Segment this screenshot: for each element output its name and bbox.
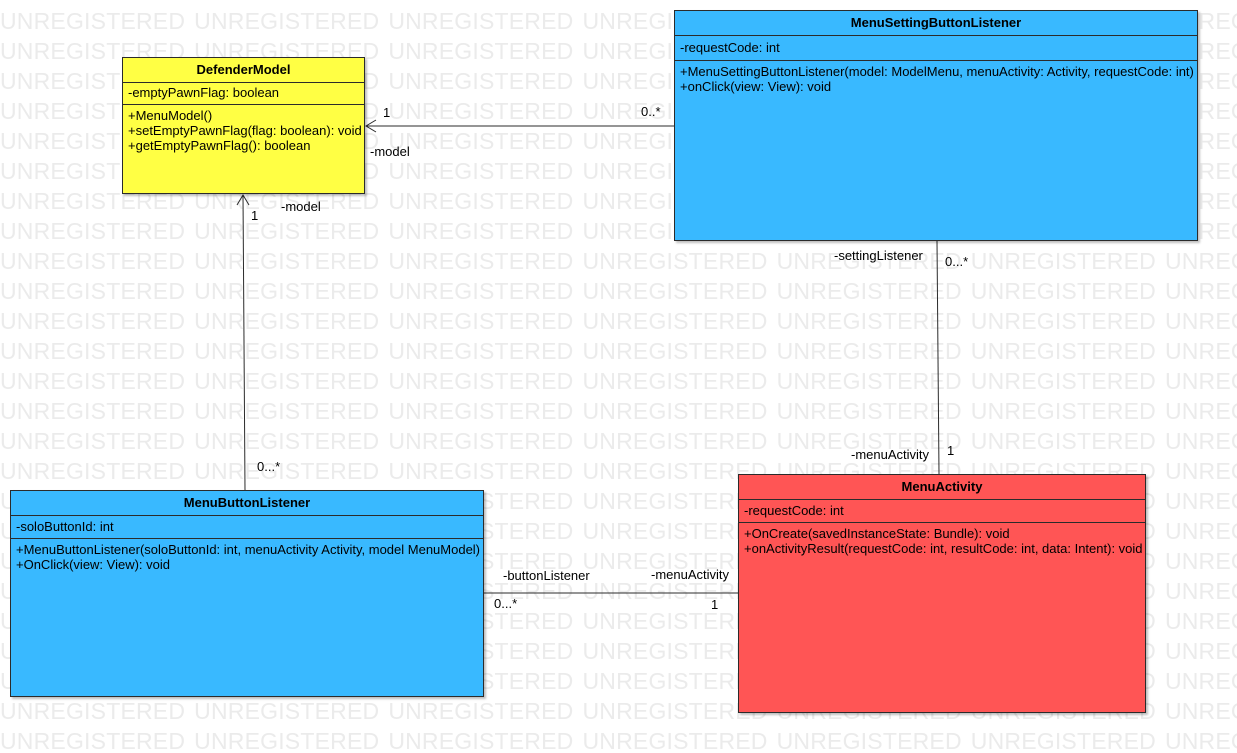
multiplicity-label: 1 — [947, 443, 955, 458]
edge-setting-to-activity — [936, 240, 940, 475]
attribute: -requestCode: int — [744, 503, 844, 518]
operation: +OnCreate(savedInstanceState: Bundle): v… — [744, 526, 1010, 541]
class-name: DefenderModel — [123, 58, 364, 83]
multiplicity-label: 0...* — [945, 254, 969, 269]
class-name: MenuActivity — [739, 475, 1145, 500]
class-name: MenuButtonListener — [11, 491, 483, 516]
class-name: MenuSettingButtonListener — [675, 11, 1197, 36]
role-label: -model — [281, 199, 321, 214]
operation-compartment: +MenuModel() +setEmptyPawnFlag(flag: boo… — [123, 105, 364, 156]
multiplicity-label: 0...* — [494, 596, 518, 611]
operation: +onClick(view: View): void — [680, 79, 832, 94]
operation: +setEmptyPawnFlag(flag: boolean): void — [128, 123, 362, 138]
edge-button-to-model — [242, 194, 246, 491]
multiplicity-label: 0..* — [641, 104, 661, 119]
multiplicity-label: 1 — [711, 597, 719, 612]
attribute-compartment: -soloButtonId: int — [11, 516, 483, 539]
operation: +getEmptyPawnFlag(): boolean — [128, 138, 311, 153]
class-menu-button-listener[interactable]: MenuButtonListener -soloButtonId: int +M… — [10, 490, 484, 697]
multiplicity-label: 1 — [251, 208, 259, 223]
attribute: -emptyPawnFlag: boolean — [128, 85, 280, 100]
operation: +MenuModel() — [128, 108, 213, 123]
attribute-compartment: -requestCode: int — [739, 500, 1145, 523]
class-menu-activity[interactable]: MenuActivity -requestCode: int +OnCreate… — [738, 474, 1146, 713]
class-defender-model[interactable]: DefenderModel -emptyPawnFlag: boolean +M… — [122, 57, 365, 194]
role-label: -settingListener — [834, 248, 923, 263]
attribute: -requestCode: int — [680, 40, 780, 55]
operation: +MenuButtonListener(soloButtonId: int, m… — [16, 542, 481, 557]
uml-diagram-canvas: UNREGISTEREDUNREGISTEREDUNREGISTEREDUNRE… — [0, 0, 1237, 753]
multiplicity-label: 1 — [383, 105, 391, 120]
attribute: -soloButtonId: int — [16, 519, 114, 534]
attribute-compartment: -requestCode: int — [675, 36, 1197, 61]
class-menu-setting-button-listener[interactable]: MenuSettingButtonListener -requestCode: … — [674, 10, 1198, 241]
role-label: -buttonListener — [503, 568, 590, 583]
operation: +MenuSettingButtonListener(model: ModelM… — [680, 64, 1194, 79]
operation-compartment: +MenuSettingButtonListener(model: ModelM… — [675, 61, 1197, 97]
operation: +OnClick(view: View): void — [16, 557, 171, 572]
role-label: -menuActivity — [651, 567, 730, 582]
multiplicity-label: 0...* — [257, 459, 281, 474]
operation-compartment: +OnCreate(savedInstanceState: Bundle): v… — [739, 523, 1145, 559]
operation-compartment: +MenuButtonListener(soloButtonId: int, m… — [11, 539, 483, 575]
role-label: -menuActivity — [851, 447, 930, 462]
operation: +onActivityResult(requestCode: int, resu… — [744, 541, 1143, 556]
role-label: -model — [370, 144, 410, 159]
attribute-compartment: -emptyPawnFlag: boolean — [123, 83, 364, 105]
